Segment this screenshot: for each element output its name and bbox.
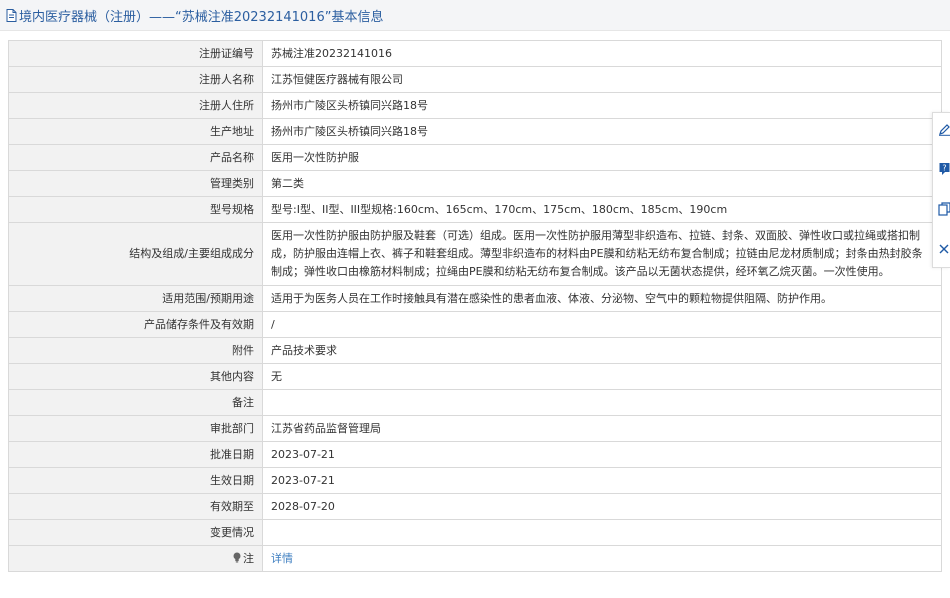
row-label: 审批部门 [8, 415, 263, 442]
page-header: 境内医疗器械（注册）——“苏械注准20232141016”基本信息 [0, 0, 950, 31]
svg-text:?: ? [942, 164, 946, 173]
table-row: 有效期至 2028-07-20 [8, 493, 942, 520]
row-label: 产品储存条件及有效期 [8, 311, 263, 338]
row-value: / [262, 311, 942, 338]
row-label: 批准日期 [8, 441, 263, 468]
row-label: 注册证编号 [8, 40, 263, 67]
note-row: 注 详情 [8, 545, 942, 572]
table-row: 产品名称 医用一次性防护服 [8, 144, 942, 171]
table-row: 变更情况 [8, 519, 942, 546]
row-value: 2023-07-21 [262, 467, 942, 494]
row-value: 扬州市广陵区头桥镇同兴路18号 [262, 92, 942, 119]
row-value [262, 389, 942, 416]
row-label: 结构及组成/主要组成成分 [8, 222, 263, 286]
row-value: 2028-07-20 [262, 493, 942, 520]
row-label: 生产地址 [8, 118, 263, 145]
table-row: 适用范围/预期用途 适用于为医务人员在工作时接触具有潜在感染性的患者血液、体液、… [8, 285, 942, 312]
table-row: 备注 [8, 389, 942, 416]
page-title: 境内医疗器械（注册）——“苏械注准20232141016”基本信息 [19, 9, 384, 25]
note-value-cell: 详情 [262, 545, 942, 572]
row-label: 生效日期 [8, 467, 263, 494]
table-row: 注册人住所 扬州市广陵区头桥镇同兴路18号 [8, 92, 942, 119]
table-row: 批准日期 2023-07-21 [8, 441, 942, 468]
row-value: 第二类 [262, 170, 942, 197]
row-value: 江苏恒健医疗器械有限公司 [262, 66, 942, 93]
info-table: 注册证编号 苏械注准20232141016 注册人名称 江苏恒健医疗器械有限公司… [8, 40, 942, 572]
table-row: 管理类别 第二类 [8, 170, 942, 197]
row-label: 注册人名称 [8, 66, 263, 93]
note-label: 注 [243, 551, 254, 565]
row-value: 江苏省药品监督管理局 [262, 415, 942, 442]
row-value: 苏械注准20232141016 [262, 40, 942, 67]
table-row: 附件 产品技术要求 [8, 337, 942, 364]
table-row: 生产地址 扬州市广陵区头桥镇同兴路18号 [8, 118, 942, 145]
edit-icon[interactable] [937, 121, 950, 137]
table-row: 产品储存条件及有效期 / [8, 311, 942, 338]
row-label: 型号规格 [8, 196, 263, 223]
table-row: 生效日期 2023-07-21 [8, 467, 942, 494]
row-label: 其他内容 [8, 363, 263, 390]
table-row: 其他内容 无 [8, 363, 942, 390]
row-label: 有效期至 [8, 493, 263, 520]
note-label-cell: 注 [8, 545, 263, 572]
row-label: 适用范围/预期用途 [8, 285, 263, 312]
row-value: 医用一次性防护服由防护服及鞋套（可选）组成。医用一次性防护服用薄型非织造布、拉链… [262, 222, 942, 286]
table-row: 注册证编号 苏械注准20232141016 [8, 40, 942, 67]
close-icon[interactable] [937, 241, 950, 257]
row-label: 附件 [8, 337, 263, 364]
row-value: 扬州市广陵区头桥镇同兴路18号 [262, 118, 942, 145]
row-value: 医用一次性防护服 [262, 144, 942, 171]
row-label: 管理类别 [8, 170, 263, 197]
side-toolbar: ? [932, 112, 950, 268]
row-value: 无 [262, 363, 942, 390]
details-link[interactable]: 详情 [271, 552, 293, 565]
copy-icon[interactable] [937, 201, 950, 217]
row-value: 产品技术要求 [262, 337, 942, 364]
table-row: 注册人名称 江苏恒健医疗器械有限公司 [8, 66, 942, 93]
row-label: 备注 [8, 389, 263, 416]
row-value: 型号:I型、II型、III型规格:160cm、165cm、170cm、175cm… [262, 196, 942, 223]
row-label: 注册人住所 [8, 92, 263, 119]
help-icon[interactable]: ? [937, 161, 950, 177]
row-value: 2023-07-21 [262, 441, 942, 468]
table-row: 审批部门 江苏省药品监督管理局 [8, 415, 942, 442]
row-label: 产品名称 [8, 144, 263, 171]
row-value [262, 519, 942, 546]
lightbulb-icon [232, 551, 242, 562]
row-value: 适用于为医务人员在工作时接触具有潜在感染性的患者血液、体液、分泌物、空气中的颗粒… [262, 285, 942, 312]
table-row: 结构及组成/主要组成成分 医用一次性防护服由防护服及鞋套（可选）组成。医用一次性… [8, 222, 942, 286]
document-icon [6, 8, 17, 22]
row-label: 变更情况 [8, 519, 263, 546]
table-row: 型号规格 型号:I型、II型、III型规格:160cm、165cm、170cm、… [8, 196, 942, 223]
